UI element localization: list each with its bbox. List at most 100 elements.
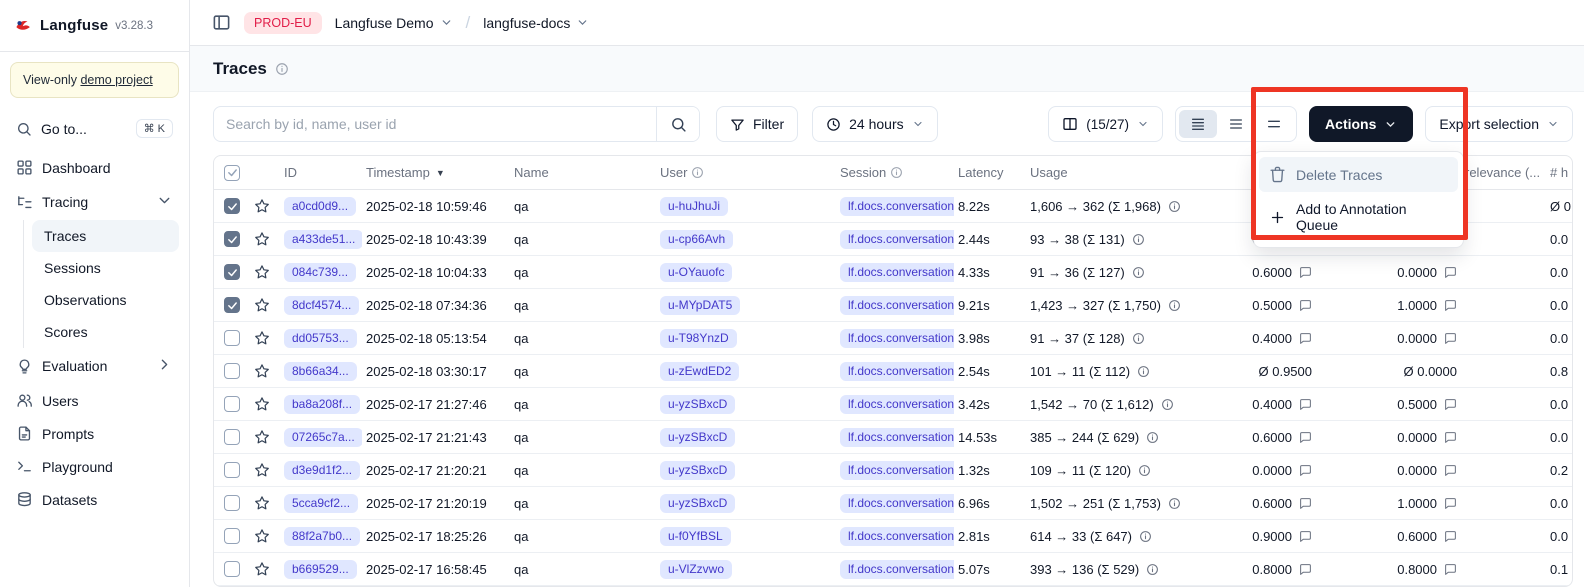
table-row[interactable]: 88f2a7b0...2025-02-17 18:25:26qau-f0YfBS… [214,520,1572,553]
session-badge[interactable]: lf.docs.conversation... [840,329,954,348]
select-all-checkbox[interactable] [214,165,250,181]
trace-id-badge[interactable]: 88f2a7b0... [284,527,360,546]
bookmark-star-icon[interactable] [250,462,280,478]
menu-item-delete-traces[interactable]: Delete Traces [1259,157,1458,192]
user-badge[interactable]: u-yzSBxcD [660,428,735,447]
user-badge[interactable]: u-f0YfBSL [660,527,731,546]
column-header[interactable]: Latency [954,165,1026,180]
row-height-medium-button[interactable] [1217,110,1255,138]
sidebar-item-dashboard[interactable]: Dashboard [10,151,179,184]
row-height-compact-button[interactable] [1179,110,1217,138]
sidebar-item-traces[interactable]: Traces [32,220,179,252]
row-checkbox[interactable] [214,396,250,412]
trace-id-badge[interactable]: dd05753... [284,329,357,348]
sidebar-item-sessions[interactable]: Sessions [32,252,179,284]
user-badge[interactable]: u-zEwdED2 [660,362,739,381]
session-badge[interactable]: lf.docs.conversation... [840,296,954,315]
search-submit-button[interactable] [657,107,699,141]
trace-id-badge[interactable]: 8b66a34... [284,362,357,381]
column-header[interactable]: relevance (... [1461,165,1546,180]
session-badge[interactable]: lf.docs.conversation... [840,197,954,216]
trace-id-badge[interactable]: a0cd0d9... [284,197,356,216]
table-row[interactable]: b669529...2025-02-17 16:58:45qau-VlZzvwo… [214,553,1572,586]
row-checkbox[interactable] [214,198,250,214]
row-checkbox[interactable] [214,330,250,346]
trace-id-badge[interactable]: 8dcf4574... [284,296,359,315]
row-checkbox[interactable] [214,429,250,445]
user-badge[interactable]: u-cp66Avh [660,230,733,249]
table-row[interactable]: 084c739...2025-02-18 10:04:33qau-OYauofc… [214,256,1572,289]
table-row[interactable]: dd05753...2025-02-18 05:13:54qau-T98YnzD… [214,322,1572,355]
session-badge[interactable]: lf.docs.conversation... [840,263,954,282]
menu-item-add-to-annotation-queue[interactable]: Add to Annotation Queue [1259,192,1458,242]
session-badge[interactable]: lf.docs.conversation... [840,461,954,480]
trace-id-badge[interactable]: b669529... [284,560,357,579]
row-checkbox[interactable] [214,363,250,379]
column-header[interactable]: User [656,165,836,180]
user-badge[interactable]: u-OYauofc [660,263,732,282]
row-checkbox[interactable] [214,561,250,577]
bookmark-star-icon[interactable] [250,264,280,280]
bookmark-star-icon[interactable] [250,495,280,511]
session-badge[interactable]: lf.docs.conversation... [840,494,954,513]
column-header[interactable]: # h [1546,165,1572,180]
sidebar-item-datasets[interactable]: Datasets [10,483,179,516]
user-badge[interactable]: u-yzSBxcD [660,461,735,480]
bookmark-star-icon[interactable] [250,363,280,379]
table-row[interactable]: 07265c7a...2025-02-17 21:21:43qau-yzSBxc… [214,421,1572,454]
row-checkbox[interactable] [214,231,250,247]
session-badge[interactable]: lf.docs.conversation... [840,362,954,381]
row-checkbox[interactable] [214,462,250,478]
column-header[interactable]: Name [510,165,656,180]
table-row[interactable]: 8dcf4574...2025-02-18 07:34:36qau-MYpDAT… [214,289,1572,322]
bookmark-star-icon[interactable] [250,330,280,346]
goto-search[interactable]: Go to... ⌘ K [10,112,179,145]
column-header[interactable]: Session [836,165,954,180]
actions-button[interactable]: Actions [1309,106,1413,142]
trace-id-badge[interactable]: 5cca9cf2... [284,494,358,513]
time-range-button[interactable]: 24 hours [812,106,937,142]
session-badge[interactable]: lf.docs.conversation... [840,395,954,414]
info-icon[interactable] [275,62,289,76]
session-badge[interactable]: lf.docs.conversation... [840,230,954,249]
org-switcher[interactable]: Langfuse Demo [335,15,453,31]
sidebar-item-tracing[interactable]: Tracing [10,184,179,220]
table-row[interactable]: 5cca9cf2...2025-02-17 21:20:19qau-yzSBxc… [214,487,1572,520]
bookmark-star-icon[interactable] [250,429,280,445]
bookmark-star-icon[interactable] [250,561,280,577]
user-badge[interactable]: u-VlZzvwo [660,560,732,579]
row-height-relaxed-button[interactable] [1255,110,1293,138]
sidebar-item-observations[interactable]: Observations [32,284,179,316]
user-badge[interactable]: u-MYpDAT5 [660,296,740,315]
search-input[interactable] [214,116,656,132]
sidebar-toggle-icon[interactable] [212,13,231,32]
bookmark-star-icon[interactable] [250,528,280,544]
row-checkbox[interactable] [214,264,250,280]
session-badge[interactable]: lf.docs.conversation... [840,527,954,546]
column-header[interactable]: Usage [1026,165,1248,180]
sidebar-item-evaluation[interactable]: Evaluation [10,348,179,384]
row-checkbox[interactable] [214,495,250,511]
user-badge[interactable]: u-yzSBxcD [660,494,735,513]
trace-id-badge[interactable]: 07265c7a... [284,428,362,447]
session-badge[interactable]: lf.docs.conversation... [840,428,954,447]
column-header[interactable]: ID [280,165,362,180]
column-visibility-button[interactable]: (15/27) [1048,106,1163,142]
trace-id-badge[interactable]: 084c739... [284,263,356,282]
demo-project-link[interactable]: demo project [80,73,152,87]
table-row[interactable]: ba8a208f...2025-02-17 21:27:46qau-yzSBxc… [214,388,1572,421]
trace-id-badge[interactable]: a433de51... [284,230,362,249]
user-badge[interactable]: u-huJhuJi [660,197,728,216]
session-badge[interactable]: lf.docs.conversation... [840,560,954,579]
row-checkbox[interactable] [214,528,250,544]
bookmark-star-icon[interactable] [250,396,280,412]
sidebar-item-users[interactable]: Users [10,384,179,417]
bookmark-star-icon[interactable] [250,297,280,313]
user-badge[interactable]: u-yzSBxcD [660,395,735,414]
trace-id-badge[interactable]: ba8a208f... [284,395,360,414]
project-switcher[interactable]: langfuse-docs [483,15,589,31]
row-checkbox[interactable] [214,297,250,313]
user-badge[interactable]: u-T98YnzD [660,329,737,348]
sidebar-item-scores[interactable]: Scores [32,316,179,348]
table-row[interactable]: 8b66a34...2025-02-18 03:30:17qau-zEwdED2… [214,355,1572,388]
